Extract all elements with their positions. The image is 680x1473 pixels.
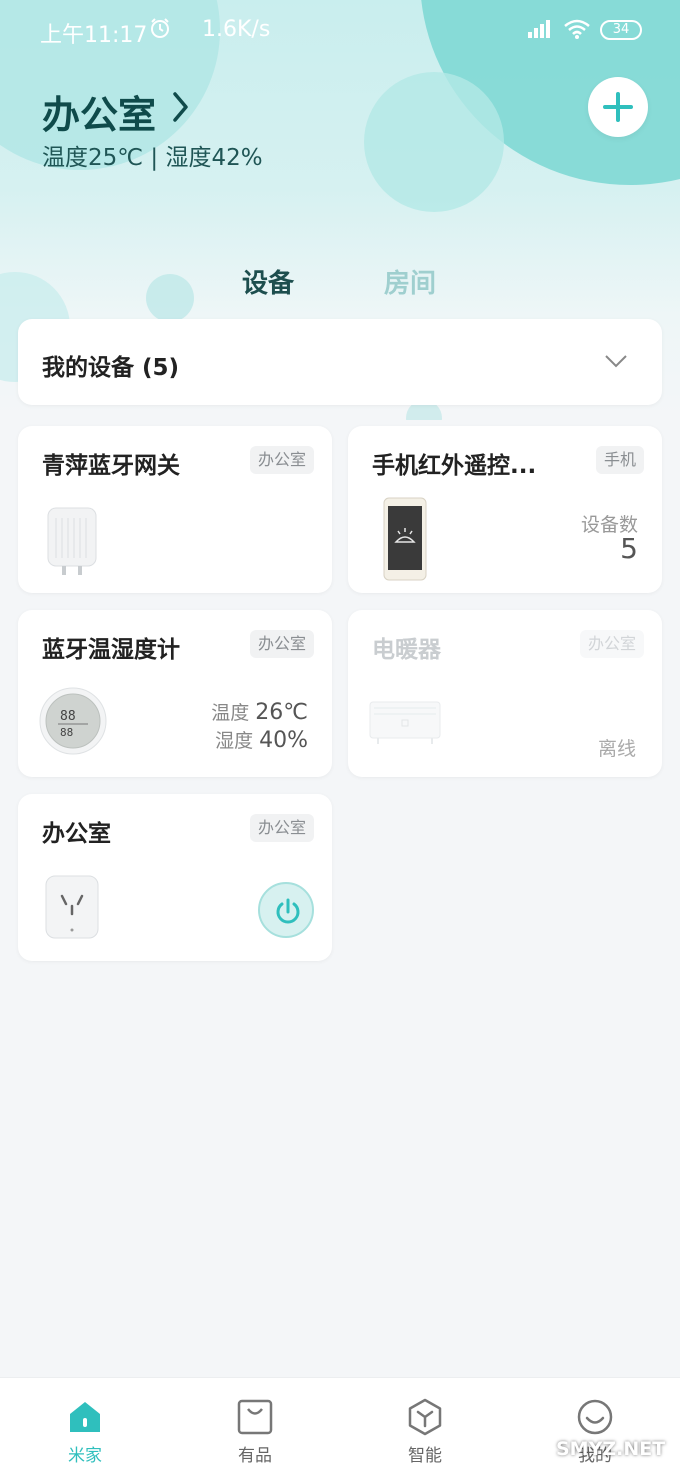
smart-hexagon-icon <box>408 1398 442 1436</box>
device-room-badge: 办公室 <box>249 814 314 842</box>
nav-youpin[interactable]: 有品 <box>170 1378 340 1473</box>
decor-bubble <box>364 72 504 212</box>
humidity-label: 湿度 <box>215 730 254 752</box>
device-room-badge: 办公室 <box>579 630 644 658</box>
thermometer-image: 88 88 <box>39 687 107 755</box>
my-devices-label: 我的设备 (5) <box>42 355 180 381</box>
svg-text:88: 88 <box>60 726 73 739</box>
nav-label: 有品 <box>238 1446 272 1466</box>
nav-home[interactable]: 米家 <box>0 1378 170 1473</box>
device-room-badge: 办公室 <box>249 630 314 658</box>
plus-icon <box>603 92 633 122</box>
tab-rooms[interactable]: 房间 <box>384 263 436 300</box>
power-icon <box>276 898 300 924</box>
nav-label: 智能 <box>408 1446 442 1466</box>
room-title[interactable]: 办公室 <box>42 84 156 139</box>
network-speed: 1.6K/s <box>202 17 271 42</box>
status-bar: 上午11:17 1.6K/s 34 <box>0 0 680 60</box>
humidity-reading: 湿度 40% <box>215 726 308 753</box>
device-name: 蓝牙温湿度计 <box>42 637 180 663</box>
device-card-thermometer[interactable]: 蓝牙温湿度计 办公室 88 88 温度 26℃ 湿度 40% <box>18 610 332 777</box>
device-card-heater[interactable]: 电暖器 办公室 离线 <box>348 610 662 777</box>
temperature-reading: 温度 26℃ <box>211 698 308 725</box>
shopping-bag-icon <box>237 1399 273 1435</box>
nav-smart[interactable]: 智能 <box>340 1378 510 1473</box>
chevron-down-icon <box>605 355 627 368</box>
heater-image <box>369 701 441 744</box>
smart-plug-image <box>45 875 99 939</box>
device-card-smart-plug[interactable]: 办公室 办公室 <box>18 794 332 961</box>
wifi-icon <box>564 19 590 39</box>
signal-icon <box>528 20 550 38</box>
home-icon <box>70 1402 100 1432</box>
phone-image <box>383 497 427 581</box>
device-name: 手机红外遥控... <box>372 453 537 479</box>
my-devices-dropdown[interactable]: 我的设备 (5) <box>18 319 662 405</box>
chevron-right-icon[interactable] <box>172 90 190 124</box>
offline-status: 离线 <box>597 738 636 760</box>
device-card-gateway[interactable]: 青萍蓝牙网关 办公室 <box>18 426 332 593</box>
alarm-icon <box>151 18 169 38</box>
humidity-value: 40% <box>259 728 308 753</box>
tab-devices[interactable]: 设备 <box>242 263 294 300</box>
svg-text:88: 88 <box>60 709 76 724</box>
nav-label: 米家 <box>68 1446 102 1466</box>
battery-indicator: 34 <box>600 20 642 40</box>
status-time: 上午11:17 <box>40 23 148 48</box>
temperature-value: 26℃ <box>255 700 308 725</box>
device-count-value: 5 <box>620 532 638 565</box>
decor-bubble <box>146 274 194 322</box>
add-device-button[interactable] <box>588 77 648 137</box>
device-name: 青萍蓝牙网关 <box>42 453 180 479</box>
device-room-badge: 办公室 <box>249 446 314 474</box>
gateway-plug-image <box>47 507 97 575</box>
device-card-ir-remote[interactable]: 手机红外遥控... 手机 设备数 5 <box>348 426 662 593</box>
device-name: 电暖器 <box>372 637 441 663</box>
power-toggle-button[interactable] <box>258 882 314 938</box>
profile-smile-icon <box>577 1399 613 1435</box>
device-room-badge: 手机 <box>595 446 644 474</box>
watermark: SMYZ.NET <box>556 1438 666 1460</box>
device-name: 办公室 <box>42 821 111 847</box>
room-environment: 温度25℃ | 湿度42% <box>42 145 263 171</box>
temperature-label: 温度 <box>211 702 250 724</box>
